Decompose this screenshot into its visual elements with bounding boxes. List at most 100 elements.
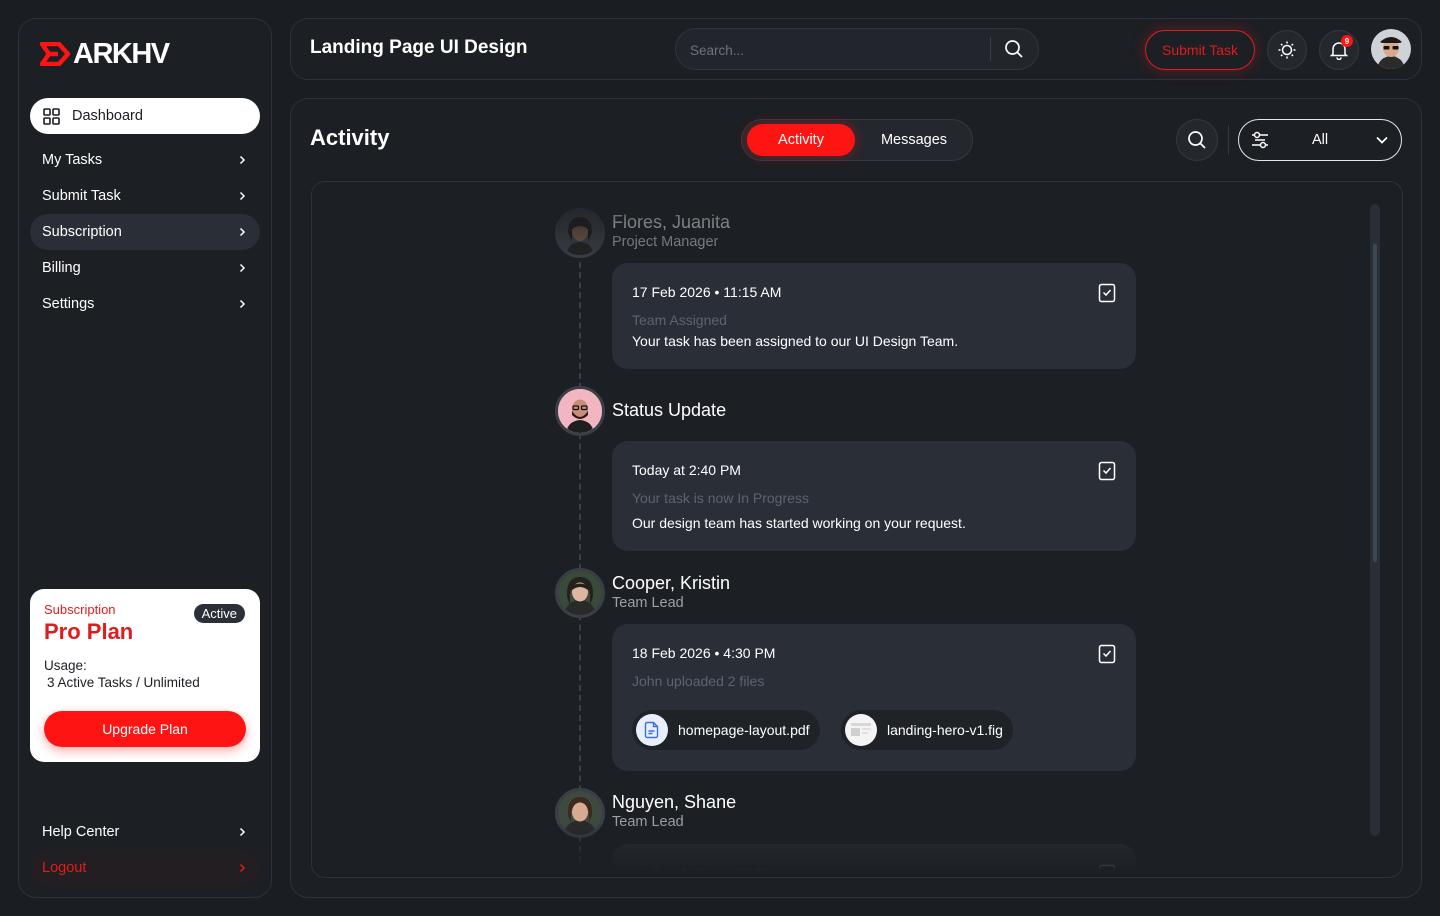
status-badge: Active [193,604,245,623]
user-avatar[interactable] [1371,29,1411,69]
activity-event: Team Assigned [632,312,727,328]
search-box [675,28,1039,70]
section-title: Activity [310,125,390,150]
avatar-image [558,211,602,255]
activity-card: 17 Feb 2026 • 11:15 AM Team Assigned You… [612,263,1136,369]
activity-card: Today at 2:40 PM Your task is now In Pro… [612,441,1136,551]
avatar [555,208,605,258]
activity-timestamp: 18 Feb 2026 • 4:30 PM [632,865,776,878]
usage-label: Usage: [44,658,87,673]
page-title: Landing Page UI Design [310,37,528,58]
avatar [555,386,605,436]
activity-feed: Flores, Juanita Project Manager 17 Feb 2… [311,181,1403,878]
sidebar-item-label: Help Center [42,824,120,840]
activity-description: Our design team has started working on y… [632,515,966,531]
logo-mark-icon [39,42,71,66]
activity-search-button[interactable] [1176,119,1218,161]
notification-count-badge: 9 [1341,35,1353,47]
filter-dropdown[interactable]: All [1238,119,1402,161]
activity-event: Your task is now In Progress [632,490,809,506]
feed-scrollbar[interactable] [1370,204,1380,836]
subscription-card: Subscription Active Pro Plan Usage: 3 Ac… [30,589,260,762]
sidebar-item-label: My Tasks [42,152,103,168]
file-name: landing-hero-v1.fig [887,722,1003,738]
sidebar-item-label: Submit Task [42,188,121,204]
sidebar-item-help-center[interactable]: Help Center [30,814,260,850]
avatar-image [558,389,602,433]
usage-value: 3 Active Tasks / Unlimited [47,675,200,690]
user-avatar-image [1371,29,1411,69]
upgrade-plan-button[interactable]: Upgrade Plan [44,711,246,747]
activity-event: John uploaded 2 files [632,673,765,689]
chevron-right-icon [239,263,246,273]
logout-label: Logout [42,860,87,876]
figma-file-thumbnail-icon [845,714,877,746]
tab-messages[interactable]: Messages [860,124,968,156]
sidebar: ARKHV Dashboard My Tasks Submit Task Sub… [18,18,272,898]
tab-activity[interactable]: Activity [747,124,855,156]
bookmark-icon[interactable] [1098,461,1116,481]
sidebar-item-label: Subscription [42,224,122,240]
chevron-right-icon [239,227,246,237]
activity-card: 18 Feb 2026 • 4:30 PM [612,844,1136,878]
sidebar-item-billing[interactable]: Billing [30,250,260,286]
sidebar-item-dashboard[interactable]: Dashboard [30,98,260,134]
sidebar-item-subscription[interactable]: Subscription [30,214,260,250]
activity-card: 18 Feb 2026 • 4:30 PM John uploaded 2 fi… [612,624,1136,771]
sidebar-item-submit-task[interactable]: Submit Task [30,178,260,214]
timeline-line [579,232,581,872]
activity-panel: Activity Activity Messages All Flores, J… [290,98,1422,898]
sliders-icon [1252,131,1268,149]
sidebar-item-settings[interactable]: Settings [30,286,260,322]
filter-value: All [1312,132,1329,148]
sun-icon [1278,41,1296,59]
bookmark-icon[interactable] [1098,864,1116,878]
toolbar-divider [1228,125,1229,155]
chevron-down-icon [1376,136,1388,144]
bookmark-icon[interactable] [1098,283,1116,303]
chevron-right-icon [239,299,246,309]
entry-author-name: Nguyen, Shane [612,792,737,812]
chevron-right-icon [239,155,246,165]
view-switcher: Activity Messages [741,119,973,161]
entry-author-name: Flores, Juanita [612,212,731,232]
sidebar-item-label: Dashboard [72,108,143,124]
activity-timestamp: Today at 2:40 PM [632,462,741,478]
activity-timestamp: 18 Feb 2026 • 4:30 PM [632,645,776,661]
notifications-button[interactable]: 9 [1319,30,1359,70]
sidebar-item-label: Billing [42,260,81,276]
chevron-right-icon [239,827,246,837]
avatar [555,788,605,838]
activity-description: Your task has been assigned to our UI De… [632,333,959,349]
search-icon [1188,131,1206,149]
grid-icon [43,107,60,125]
feed-fade-top [312,182,1362,262]
submit-task-button[interactable]: Submit Task [1145,30,1255,70]
activity-timestamp: 17 Feb 2026 • 11:15 AM [632,284,782,300]
avatar-image [558,571,602,615]
search-input[interactable] [690,40,980,60]
sidebar-item-my-tasks[interactable]: My Tasks [30,142,260,178]
chevron-right-icon [239,191,246,201]
entry-author-name: Cooper, Kristin [612,573,731,593]
entry-author-name: Status Update [612,400,727,420]
entry-author-role: Team Lead [612,595,684,611]
theme-toggle-button[interactable] [1267,30,1307,70]
avatar [555,568,605,618]
search-divider [990,37,991,61]
logout-button[interactable]: Logout [30,850,260,886]
bookmark-icon[interactable] [1098,644,1116,664]
search-icon[interactable] [1004,39,1024,59]
file-attachment[interactable]: homepage-layout.pdf [632,710,820,750]
file-attachment[interactable]: landing-hero-v1.fig [841,710,1013,750]
brand-logo[interactable]: ARKHV [39,37,170,70]
feed-scrollbar-thumb[interactable] [1373,244,1377,562]
logo-text: ARKHV [73,37,170,70]
sidebar-item-label: Settings [42,296,95,312]
avatar-image [558,791,602,835]
entry-author-role: Team Lead [612,814,684,830]
entry-author-role: Project Manager [612,234,719,250]
file-name: homepage-layout.pdf [678,722,810,738]
subscription-label: Subscription [44,602,116,617]
plan-name: Pro Plan [44,619,134,644]
